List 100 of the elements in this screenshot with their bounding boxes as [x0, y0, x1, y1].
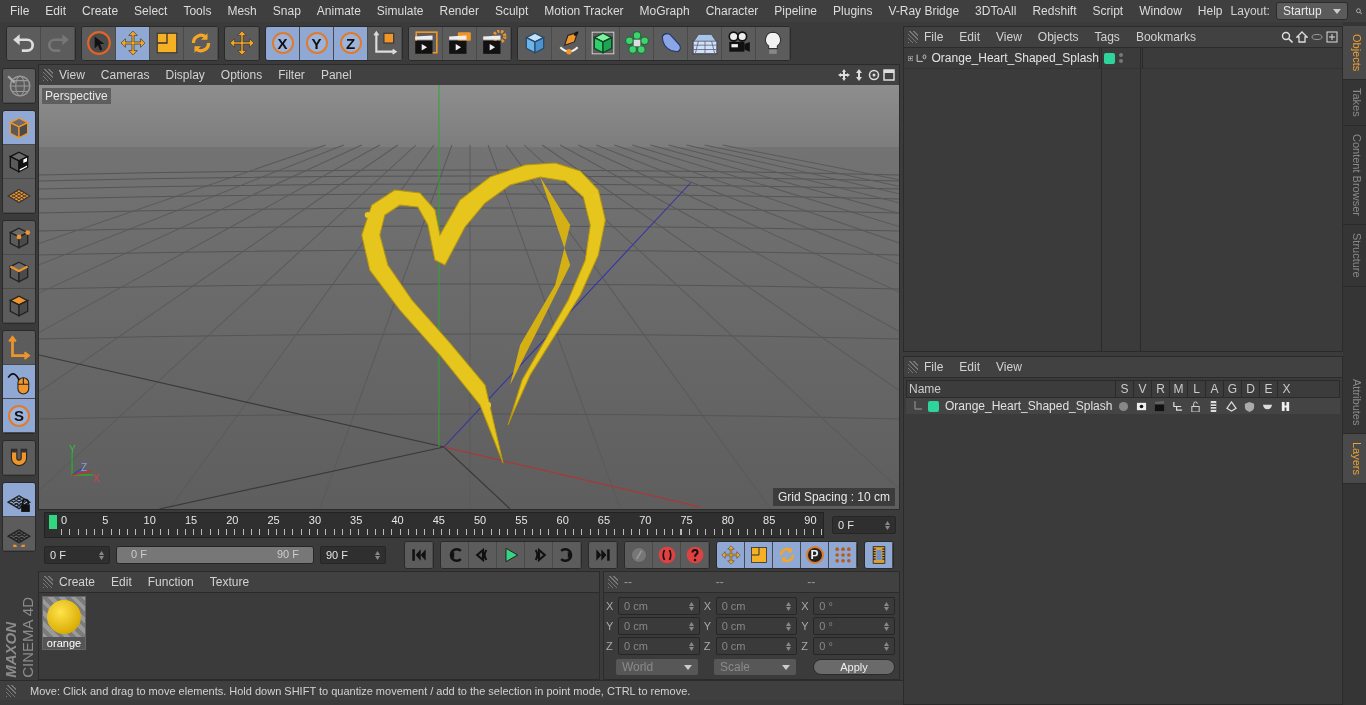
menu-item[interactable]: Tools [175, 4, 220, 18]
apply-button[interactable]: Apply [813, 659, 895, 675]
menu-item[interactable]: Edit [37, 4, 75, 18]
spinner-arrows-icon[interactable] [786, 621, 792, 631]
column-header[interactable]: X [1277, 381, 1295, 397]
tool-button[interactable] [116, 26, 150, 60]
menu-item[interactable]: File [2, 4, 38, 18]
menu-item[interactable]: Options [220, 68, 263, 82]
menu-item[interactable]: Animate [308, 4, 369, 18]
menu-item[interactable]: 3DToAll [967, 4, 1025, 18]
menu-item[interactable]: Objects [1037, 30, 1079, 44]
parameter-key-button[interactable]: P [801, 542, 829, 568]
menu-item[interactable]: Display [165, 68, 205, 82]
tool-button[interactable] [3, 145, 35, 179]
tool-button[interactable] [3, 255, 35, 289]
side-tab[interactable]: Layers [1343, 434, 1366, 485]
menu-item[interactable]: Tags [1094, 30, 1120, 44]
column-header[interactable]: S [1115, 381, 1133, 397]
expand-toggle-icon[interactable] [908, 53, 914, 63]
panel-grip[interactable] [908, 31, 918, 43]
menu-item[interactable]: V-Ray Bridge [880, 4, 968, 18]
playback-button[interactable] [441, 542, 469, 568]
column-header[interactable]: E [1259, 381, 1277, 397]
side-tab[interactable]: Structure [1343, 225, 1366, 287]
axis-lock-button[interactable]: Z [334, 26, 368, 60]
menu-item[interactable]: Texture [209, 575, 250, 589]
menu-item[interactable]: Plugins [825, 4, 881, 18]
menu-item[interactable]: Bookmarks [1135, 30, 1196, 44]
spinner-arrows-icon[interactable] [884, 641, 889, 651]
menu-item[interactable]: Window [1131, 4, 1190, 18]
side-tab[interactable]: Objects [1343, 26, 1366, 81]
timeline-ruler[interactable]: 0 5 10 15 20 25 30 35 40 45 50 55 60 65 70 75 80 85 90 [44, 512, 824, 538]
column-header[interactable]: M [1169, 381, 1187, 397]
menu-item[interactable]: MoGraph [631, 4, 698, 18]
zoom-view-icon[interactable] [853, 69, 865, 81]
menu-item[interactable]: Edit [959, 360, 981, 374]
menu-item[interactable]: Snap [264, 4, 309, 18]
column-header[interactable]: D [1241, 381, 1259, 397]
move-view-icon[interactable] [838, 69, 850, 81]
spinner-arrows-icon[interactable] [99, 550, 104, 560]
tool-button[interactable] [3, 441, 35, 475]
current-frame-field[interactable]: 0 F [832, 516, 896, 534]
search-icon[interactable] [1281, 31, 1293, 43]
layer-color-swatch[interactable] [928, 400, 939, 412]
side-tab[interactable]: Content Browser [1343, 126, 1366, 225]
column-header[interactable]: A [1205, 381, 1223, 397]
start-frame-field[interactable]: 0 F [44, 546, 110, 564]
column-header[interactable]: V [1133, 381, 1151, 397]
end-frame-field[interactable]: 90 F [320, 546, 386, 564]
menu-item[interactable]: Mesh [219, 4, 265, 18]
material-swatch[interactable]: orange [42, 596, 86, 650]
spinner-arrows-icon[interactable] [786, 641, 792, 651]
playback-button[interactable] [405, 542, 433, 568]
menu-item[interactable]: File [924, 30, 944, 44]
menu-item[interactable]: Edit [111, 575, 132, 589]
menu-item[interactable]: View [59, 68, 85, 82]
menu-item[interactable]: Panel [320, 68, 352, 82]
menu-item[interactable]: Character [697, 4, 767, 18]
menu-item[interactable]: Script [1084, 4, 1132, 18]
menu-item[interactable]: View [996, 360, 1022, 374]
axis-lock-button[interactable]: X [266, 26, 300, 60]
menu-item[interactable]: Create [74, 4, 127, 18]
playback-button[interactable] [625, 542, 653, 568]
tool-button[interactable] [3, 365, 35, 399]
spinner-arrows-icon[interactable] [885, 520, 890, 530]
panel-grip[interactable] [608, 576, 618, 588]
axis-lock-button[interactable]: Y [300, 26, 334, 60]
menu-item[interactable]: Sculpt [486, 4, 537, 18]
panel-grip[interactable] [908, 361, 918, 373]
column-header[interactable]: L [1187, 381, 1205, 397]
spinner-arrows-icon[interactable] [884, 621, 889, 631]
camera-label[interactable]: Perspective [42, 88, 111, 104]
menu-item[interactable]: Help [1189, 4, 1231, 18]
spinner-arrows-icon[interactable] [786, 601, 792, 611]
playback-button[interactable] [829, 542, 857, 568]
playback-button[interactable] [773, 542, 801, 568]
solo-button[interactable]: S [3, 399, 35, 433]
timeline-button[interactable] [865, 542, 893, 568]
spinner-arrows-icon[interactable] [375, 550, 380, 560]
spinner-arrows-icon[interactable] [688, 601, 694, 611]
panel-grip[interactable] [43, 576, 53, 588]
menu-item[interactable]: View [996, 30, 1022, 44]
menu-item[interactable]: Cameras [100, 68, 150, 82]
maximize-icon[interactable] [883, 69, 895, 81]
new-panel-icon[interactable] [1326, 31, 1338, 43]
tool-button[interactable] [3, 483, 35, 517]
home-icon[interactable] [1296, 31, 1308, 43]
tool-button[interactable] [225, 26, 259, 60]
menu-item[interactable]: Render [431, 4, 487, 18]
rotate-view-icon[interactable] [868, 69, 880, 81]
object-name[interactable]: Orange_Heart_Shaped_Splash [931, 51, 1099, 65]
tool-button[interactable] [7, 26, 41, 60]
menu-item[interactable]: Create [59, 575, 96, 589]
tool-button[interactable] [3, 221, 35, 255]
tool-button[interactable] [3, 289, 35, 323]
menu-item[interactable]: Simulate [368, 4, 432, 18]
playback-button[interactable] [745, 542, 773, 568]
eye-icon[interactable] [1311, 31, 1323, 43]
tool-button[interactable] [518, 26, 552, 60]
visibility-dots[interactable] [1119, 53, 1123, 63]
